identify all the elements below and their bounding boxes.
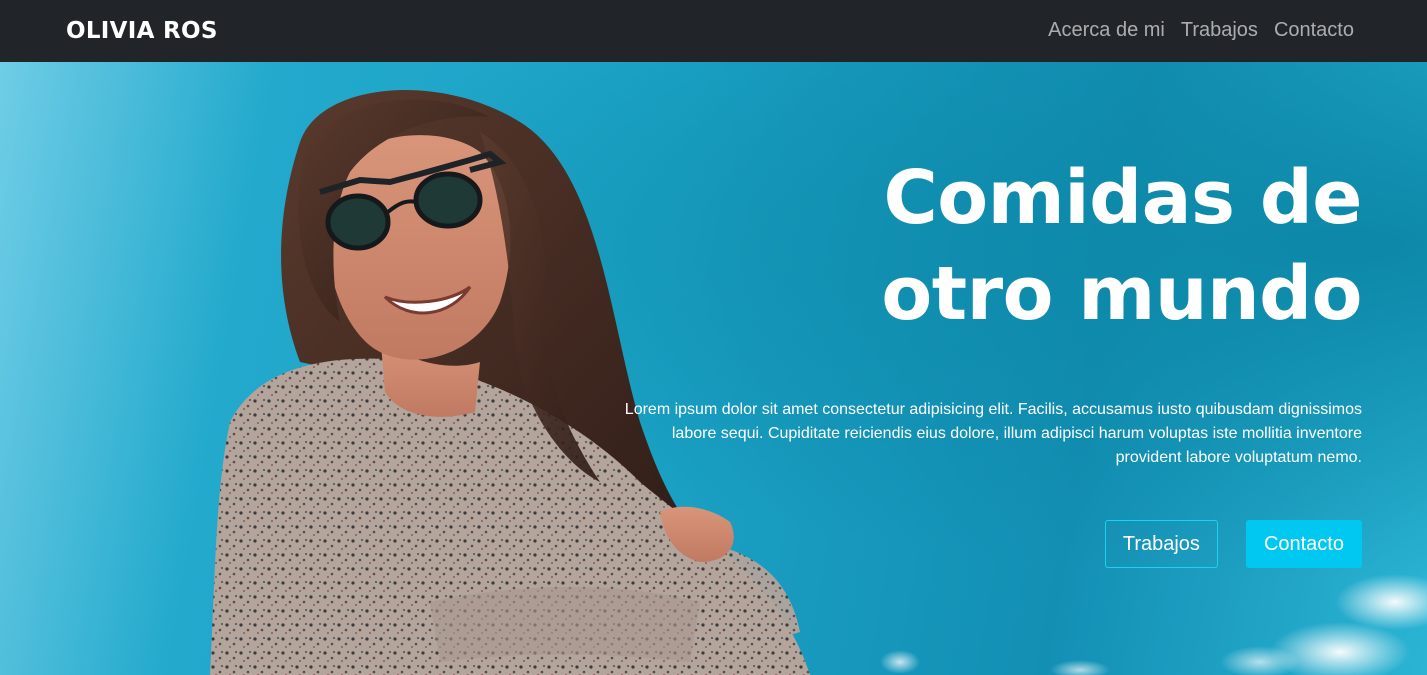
nav-link-contact[interactable]: Contacto [1274, 19, 1354, 42]
nav-links: Acerca de mi Trabajos Contacto [1048, 19, 1354, 42]
works-button[interactable]: Trabajos [1104, 520, 1218, 568]
hero-title-line-2: otro mundo [881, 251, 1362, 337]
nav-link-about[interactable]: Acerca de mi [1048, 19, 1165, 42]
hero-title: Comidas de otro mundo [602, 150, 1362, 342]
hero-title-line-1: Comidas de [883, 155, 1363, 241]
contact-button[interactable]: Contacto [1245, 520, 1362, 568]
navbar: OLIVIA ROS Acerca de mi Trabajos Contact… [0, 0, 1427, 62]
hero-section: Comidas de otro mundo Lorem ipsum dolor … [0, 62, 1427, 675]
hero-buttons: Trabajos Contacto [602, 520, 1362, 568]
hero-description: Lorem ipsum dolor sit amet consectetur a… [624, 401, 1362, 466]
nav-link-works[interactable]: Trabajos [1181, 19, 1258, 42]
hero-content: Comidas de otro mundo Lorem ipsum dolor … [602, 150, 1362, 568]
brand-logo[interactable]: OLIVIA ROS [66, 18, 218, 44]
